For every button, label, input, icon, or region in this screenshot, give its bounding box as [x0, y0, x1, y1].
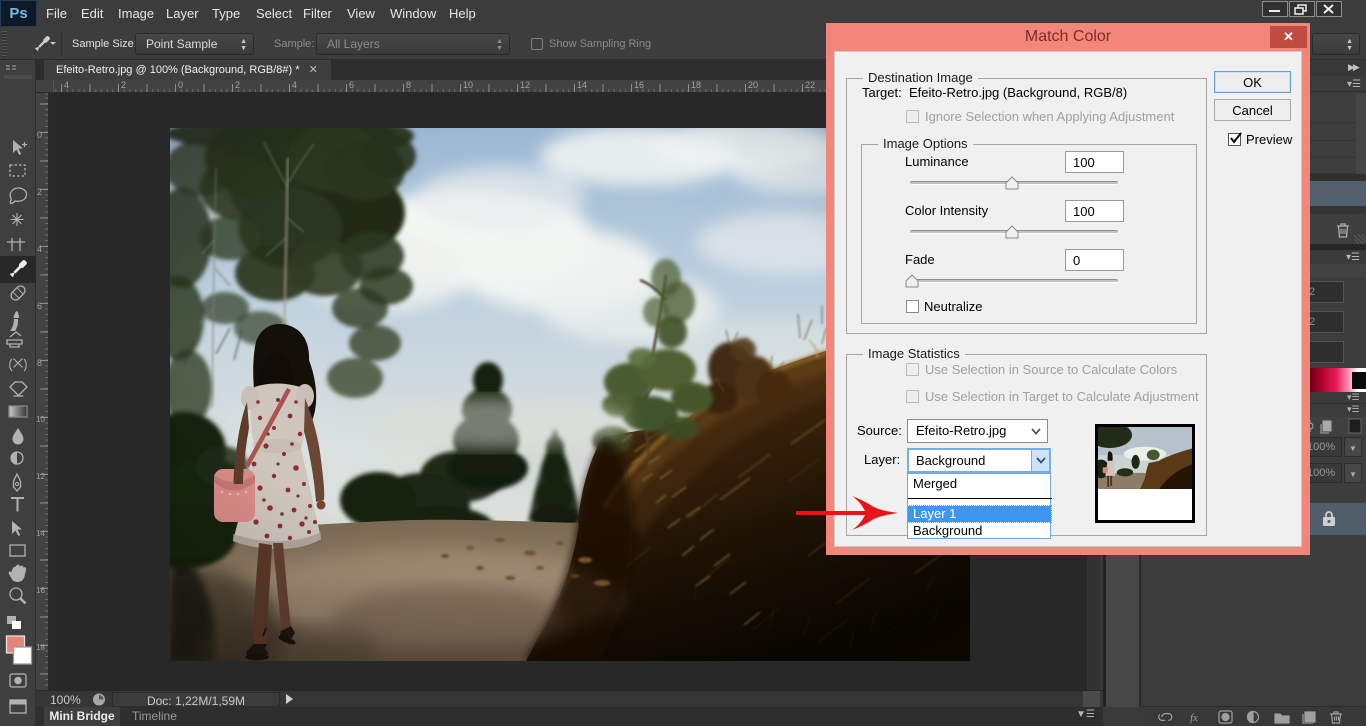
svg-text:fx: fx: [1190, 712, 1198, 724]
